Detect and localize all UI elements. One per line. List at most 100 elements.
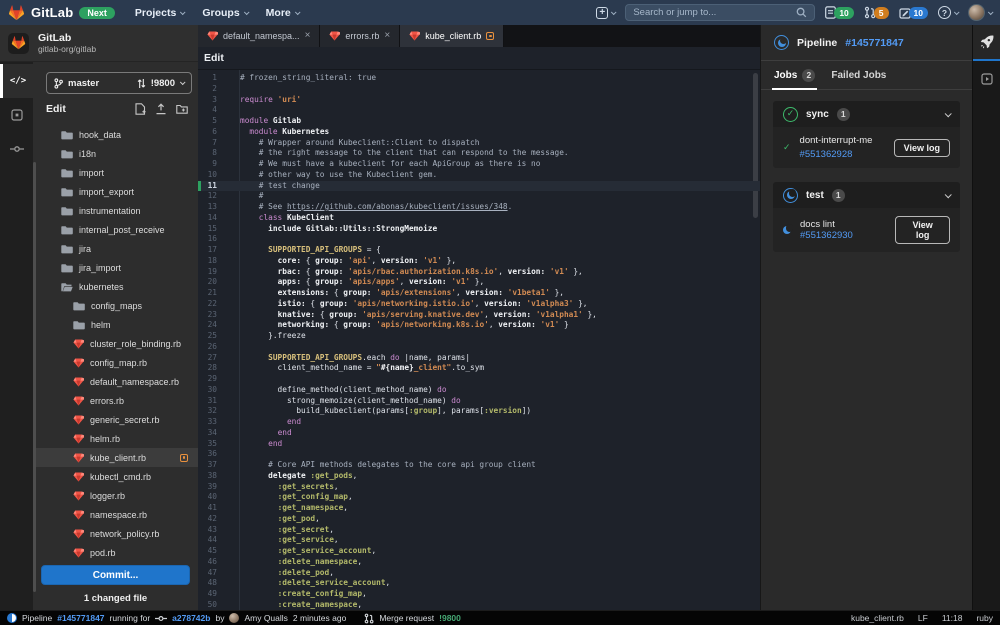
tree-item-errors.rb[interactable]: errors.rb	[33, 391, 198, 410]
code-line[interactable]: 18 core: { group: 'api', version: 'v1' }…	[198, 256, 760, 267]
code-line[interactable]: 2	[198, 84, 760, 95]
job-id-link[interactable]: #551362930	[800, 230, 853, 241]
gitlab-home-link[interactable]: GitLab Next	[8, 4, 115, 21]
code-line[interactable]: 20 apps: { group: 'apis/apps', version: …	[198, 277, 760, 288]
live-preview-switcher[interactable]	[973, 61, 1000, 97]
tab-jobs[interactable]: Jobs 2	[771, 61, 818, 90]
editor-tab-default-namespa-[interactable]: default_namespa... ×	[198, 25, 321, 47]
code-line[interactable]: 40 :get_config_map,	[198, 492, 760, 503]
tree-item-hook_data[interactable]: hook_data	[33, 125, 198, 144]
issues-dashboard-button[interactable]: 10	[825, 6, 854, 19]
code-line[interactable]: 30 define_method(client_method_name) do	[198, 385, 760, 396]
code-line[interactable]: 41 :get_namespace,	[198, 503, 760, 514]
job-group-header-sync[interactable]: ✓ sync 1	[773, 101, 960, 127]
code-line[interactable]: 7 # Wrapper around Kubeclient::Client to…	[198, 138, 760, 149]
code-line[interactable]: 33 end	[198, 417, 760, 428]
editor-tab-kube-client-rb[interactable]: kube_client.rb	[400, 25, 505, 47]
code-line[interactable]: 45 :get_service_account,	[198, 546, 760, 557]
code-line[interactable]: 25 }.freeze	[198, 331, 760, 342]
tree-item-import[interactable]: import	[33, 163, 198, 182]
commit-button[interactable]: Commit...	[41, 565, 190, 585]
code-line[interactable]: 46 :delete_namespace,	[198, 557, 760, 568]
code-line[interactable]: 16	[198, 234, 760, 245]
tree-item-config_map.rb[interactable]: config_map.rb	[33, 353, 198, 372]
code-line[interactable]: 15 include Gitlab::Utils::StrongMemoize	[198, 224, 760, 235]
commit-sha-link[interactable]: a278742b	[172, 613, 210, 623]
code-editor[interactable]: 1 # frozen_string_literal: true 2 3 require …	[198, 70, 760, 610]
merge-requests-button[interactable]: 5	[864, 6, 889, 19]
project-header[interactable]: GitLab gitlab-org/gitlab	[0, 25, 198, 62]
code-line[interactable]: 1 # frozen_string_literal: true	[198, 73, 760, 84]
tree-item-namespace.rb[interactable]: namespace.rb	[33, 505, 198, 524]
statusbar-pipeline-link[interactable]: #145771847	[57, 613, 104, 623]
new-menu-button[interactable]: +	[596, 6, 617, 19]
code-line[interactable]: 49 :create_config_map,	[198, 589, 760, 600]
code-line[interactable]: 23 knative: { group: 'apis/serving.knati…	[198, 310, 760, 321]
nav-item-projects[interactable]: Projects	[135, 7, 186, 19]
upload-file-button[interactable]	[155, 103, 167, 115]
new-file-button[interactable]	[135, 103, 146, 115]
code-line[interactable]: 27 SUPPORTED_API_GROUPS.each do |name, p…	[198, 353, 760, 364]
todos-button[interactable]: 10	[898, 6, 928, 19]
nav-item-groups[interactable]: Groups	[202, 7, 250, 19]
code-line[interactable]: 43 :get_secret,	[198, 525, 760, 536]
code-line[interactable]: 17 SUPPORTED_API_GROUPS = {	[198, 245, 760, 256]
editor-mode-tab[interactable]: Edit	[204, 52, 224, 64]
tree-item-helm.rb[interactable]: helm.rb	[33, 429, 198, 448]
code-line[interactable]: 5 module Gitlab	[198, 116, 760, 127]
view-log-button[interactable]: View log	[895, 216, 950, 244]
search-input[interactable]	[633, 7, 791, 18]
tree-item-internal_post_receive[interactable]: internal_post_receive	[33, 220, 198, 239]
tree-item-kube_client.rb[interactable]: kube_client.rb	[33, 448, 198, 467]
code-line[interactable]: 26	[198, 342, 760, 353]
code-line[interactable]: 31 strong_memoize(client_method_name) do	[198, 396, 760, 407]
code-line[interactable]: 4	[198, 105, 760, 116]
code-line[interactable]: 44 :get_service,	[198, 535, 760, 546]
tree-item-kubernetes[interactable]: kubernetes	[33, 277, 198, 296]
code-line[interactable]: 12 #	[198, 191, 760, 202]
tree-item-default_namespace.rb[interactable]: default_namespace.rb	[33, 372, 198, 391]
pipelines-switcher[interactable]	[973, 25, 1000, 61]
code-line[interactable]: 11 # test change	[198, 180, 760, 192]
tree-item-instrumentation[interactable]: instrumentation	[33, 201, 198, 220]
tree-item-jira_import[interactable]: jira_import	[33, 258, 198, 277]
tree-scrollbar[interactable]	[33, 162, 36, 592]
code-line[interactable]: 8 # the right message to the client that…	[198, 148, 760, 159]
code-line[interactable]: 24 networking: { group: 'apis/networking…	[198, 320, 760, 331]
pipeline-id-link[interactable]: #145771847	[845, 37, 903, 49]
branch-selector[interactable]: master !9800	[46, 72, 192, 94]
tab-failed-jobs[interactable]: Failed Jobs	[831, 61, 886, 89]
code-line[interactable]: 47 :delete_pod,	[198, 568, 760, 579]
close-icon[interactable]: ×	[305, 31, 311, 41]
tree-item-cluster_role_binding.rb[interactable]: cluster_role_binding.rb	[33, 334, 198, 353]
rail-edit-mode[interactable]: </>	[0, 64, 33, 98]
code-line[interactable]: 21 extensions: { group: 'apis/extensions…	[198, 288, 760, 299]
tree-item-network_policy.rb[interactable]: network_policy.rb	[33, 524, 198, 543]
code-line[interactable]: 3 require 'uri'	[198, 95, 760, 106]
code-line[interactable]: 50 :create_namespace,	[198, 600, 760, 610]
code-line[interactable]: 34 end	[198, 428, 760, 439]
tree-item-config_maps[interactable]: config_maps	[33, 296, 198, 315]
job-id-link[interactable]: #551362928	[800, 149, 873, 160]
code-line[interactable]: 37 # Core API methods delegates to the c…	[198, 460, 760, 471]
code-line[interactable]: 19 rbac: { group: 'apis/rbac.authorizati…	[198, 267, 760, 278]
code-line[interactable]: 35 end	[198, 439, 760, 450]
code-line[interactable]: 10 # other way to use the Kubeclient gem…	[198, 170, 760, 181]
code-line[interactable]: 48 :delete_service_account,	[198, 578, 760, 589]
rail-commit-mode[interactable]	[0, 132, 33, 166]
code-line[interactable]: 36	[198, 449, 760, 460]
statusbar-cursor-position[interactable]: 11:18	[942, 613, 963, 623]
merge-request-link[interactable]: !9800	[439, 613, 461, 623]
code-line[interactable]: 22 istio: { group: 'apis/networking.isti…	[198, 299, 760, 310]
code-line[interactable]: 38 delegate :get_pods,	[198, 471, 760, 482]
code-line[interactable]: 29	[198, 374, 760, 385]
code-line[interactable]: 39 :get_secrets,	[198, 482, 760, 493]
code-line[interactable]: 42 :get_pod,	[198, 514, 760, 525]
code-line[interactable]: 32 build_kubeclient(params[:group], para…	[198, 406, 760, 417]
job-group-header-test[interactable]: test 1	[773, 182, 960, 208]
view-log-button[interactable]: View log	[893, 138, 950, 157]
statusbar-language[interactable]: ruby	[976, 613, 993, 623]
tree-item-logger.rb[interactable]: logger.rb	[33, 486, 198, 505]
close-icon[interactable]: ×	[384, 31, 390, 41]
tree-item-jira[interactable]: jira	[33, 239, 198, 258]
